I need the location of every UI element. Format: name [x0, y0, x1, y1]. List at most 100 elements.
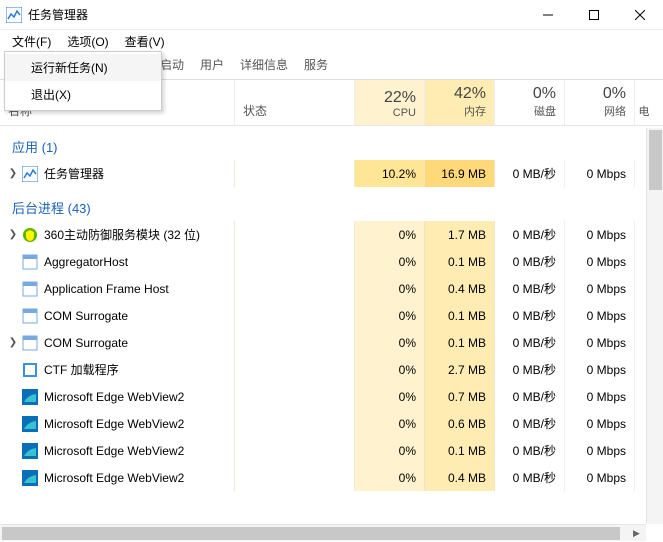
col-mem-pct: 42% — [454, 85, 486, 103]
process-cpu-cell: 0% — [355, 302, 425, 329]
process-net-cell: 0 Mbps — [565, 383, 635, 410]
process-cpu-cell: 0% — [355, 275, 425, 302]
menu-file[interactable]: 文件(F) — [4, 31, 59, 52]
process-net-cell: 0 Mbps — [565, 160, 635, 187]
table-row[interactable]: ❯ Application Frame Host 0% 0.4 MB 0 MB/… — [0, 275, 663, 302]
menu-run-new-task[interactable]: 运行新任务(N) — [5, 54, 161, 81]
process-cpu-cell: 0% — [355, 248, 425, 275]
process-mem-cell: 0.4 MB — [425, 275, 495, 302]
expand-chevron-icon[interactable]: ❯ — [8, 337, 18, 348]
table-row[interactable]: ❯ Microsoft Edge WebView2 0% 0.4 MB 0 MB… — [0, 464, 663, 491]
process-net-cell: 0 Mbps — [565, 275, 635, 302]
process-status-cell — [235, 302, 355, 329]
process-grid: 应用 (1) ❯ 任务管理器 10.2% 16.9 MB 0 MB/秒 0 Mb… — [0, 126, 663, 542]
process-icon — [22, 416, 38, 432]
process-cpu-cell: 0% — [355, 221, 425, 248]
process-status-cell — [235, 329, 355, 356]
process-mem-cell: 0.1 MB — [425, 329, 495, 356]
process-name: Microsoft Edge WebView2 — [44, 417, 184, 431]
process-mem-cell: 0.1 MB — [425, 248, 495, 275]
process-icon — [22, 166, 38, 182]
process-cpu-cell: 0% — [355, 383, 425, 410]
process-net-cell: 0 Mbps — [565, 356, 635, 383]
table-row[interactable]: ❯ Microsoft Edge WebView2 0% 0.1 MB 0 MB… — [0, 437, 663, 464]
col-tail[interactable]: 电 — [635, 80, 653, 125]
col-net[interactable]: 0% 网络 — [565, 80, 635, 125]
menu-exit[interactable]: 退出(X) — [5, 81, 161, 108]
process-icon — [22, 254, 38, 270]
process-name: Microsoft Edge WebView2 — [44, 471, 184, 485]
process-disk-cell: 0 MB/秒 — [495, 275, 565, 302]
col-disk[interactable]: 0% 磁盘 — [495, 80, 565, 125]
process-net-cell: 0 Mbps — [565, 329, 635, 356]
table-row[interactable]: ❯ CTF 加载程序 0% 2.7 MB 0 MB/秒 0 Mbps — [0, 356, 663, 383]
process-net-cell: 0 Mbps — [565, 248, 635, 275]
title-bar: 任务管理器 — [0, 0, 663, 30]
col-net-pct: 0% — [603, 85, 626, 103]
process-cpu-cell: 0% — [355, 329, 425, 356]
horizontal-scrollbar[interactable]: ▶ — [0, 524, 646, 541]
process-disk-cell: 0 MB/秒 — [495, 248, 565, 275]
window-controls — [525, 0, 663, 30]
process-cpu-cell: 0% — [355, 437, 425, 464]
process-status-cell — [235, 275, 355, 302]
process-disk-cell: 0 MB/秒 — [495, 329, 565, 356]
process-name-cell: ❯ Microsoft Edge WebView2 — [0, 383, 235, 410]
table-row[interactable]: ❯ 任务管理器 10.2% 16.9 MB 0 MB/秒 0 Mbps — [0, 160, 663, 187]
col-mem[interactable]: 42% 内存 — [425, 80, 495, 125]
expand-chevron-icon[interactable]: ❯ — [8, 229, 18, 240]
process-mem-cell: 16.9 MB — [425, 160, 495, 187]
process-name: Application Frame Host — [44, 282, 169, 296]
process-name: COM Surrogate — [44, 309, 128, 323]
process-name-cell: ❯ CTF 加载程序 — [0, 356, 235, 383]
table-row[interactable]: ❯ Microsoft Edge WebView2 0% 0.7 MB 0 MB… — [0, 383, 663, 410]
group-background[interactable]: 后台进程 (43) — [0, 193, 663, 221]
vertical-scroll-thumb[interactable] — [649, 130, 662, 190]
process-mem-cell: 0.1 MB — [425, 302, 495, 329]
col-disk-pct: 0% — [533, 85, 556, 103]
process-name-cell: ❯ Microsoft Edge WebView2 — [0, 410, 235, 437]
col-status[interactable]: 状态 — [235, 80, 355, 125]
process-cpu-cell: 0% — [355, 356, 425, 383]
process-name-cell: ❯ Microsoft Edge WebView2 — [0, 464, 235, 491]
expand-chevron-icon[interactable]: ❯ — [8, 168, 18, 179]
col-cpu-pct: 22% — [384, 89, 416, 107]
process-icon — [22, 335, 38, 351]
col-mem-label: 内存 — [464, 103, 486, 119]
process-mem-cell: 1.7 MB — [425, 221, 495, 248]
process-disk-cell: 0 MB/秒 — [495, 410, 565, 437]
tab-users[interactable]: 用户 — [192, 51, 232, 79]
minimize-button[interactable] — [525, 0, 571, 30]
close-button[interactable] — [617, 0, 663, 30]
menu-options[interactable]: 选项(O) — [59, 31, 116, 52]
process-name-cell: ❯ AggregatorHost — [0, 248, 235, 275]
process-name-cell: ❯ COM Surrogate — [0, 329, 235, 356]
process-disk-cell: 0 MB/秒 — [495, 383, 565, 410]
horizontal-scroll-thumb[interactable] — [2, 527, 620, 540]
maximize-button[interactable] — [571, 0, 617, 30]
process-name-cell: ❯ COM Surrogate — [0, 302, 235, 329]
tab-startup[interactable]: 启动 — [160, 51, 192, 79]
process-name-cell: ❯ 360主动防御服务模块 (32 位) — [0, 221, 235, 248]
process-net-cell: 0 Mbps — [565, 437, 635, 464]
tab-services[interactable]: 服务 — [296, 51, 336, 79]
menu-bar: 文件(F) 选项(O) 查看(V) — [0, 30, 663, 52]
process-status-cell — [235, 160, 355, 187]
table-row[interactable]: ❯ COM Surrogate 0% 0.1 MB 0 MB/秒 0 Mbps — [0, 302, 663, 329]
process-mem-cell: 0.1 MB — [425, 437, 495, 464]
process-cpu-cell: 0% — [355, 464, 425, 491]
menu-view[interactable]: 查看(V) — [117, 31, 173, 52]
table-row[interactable]: ❯ AggregatorHost 0% 0.1 MB 0 MB/秒 0 Mbps — [0, 248, 663, 275]
group-apps[interactable]: 应用 (1) — [0, 132, 663, 160]
table-row[interactable]: ❯ COM Surrogate 0% 0.1 MB 0 MB/秒 0 Mbps — [0, 329, 663, 356]
table-row[interactable]: ❯ 360主动防御服务模块 (32 位) 0% 1.7 MB 0 MB/秒 0 … — [0, 221, 663, 248]
process-name-cell: ❯ Microsoft Edge WebView2 — [0, 437, 235, 464]
table-row[interactable]: ❯ Microsoft Edge WebView2 0% 0.6 MB 0 MB… — [0, 410, 663, 437]
process-name: Microsoft Edge WebView2 — [44, 444, 184, 458]
process-name: CTF 加载程序 — [44, 361, 119, 378]
tab-details[interactable]: 详细信息 — [232, 51, 296, 79]
col-cpu[interactable]: 22% CPU — [355, 80, 425, 125]
vertical-scrollbar[interactable] — [646, 128, 663, 524]
process-mem-cell: 0.7 MB — [425, 383, 495, 410]
scroll-right-arrow[interactable]: ▶ — [629, 525, 644, 542]
